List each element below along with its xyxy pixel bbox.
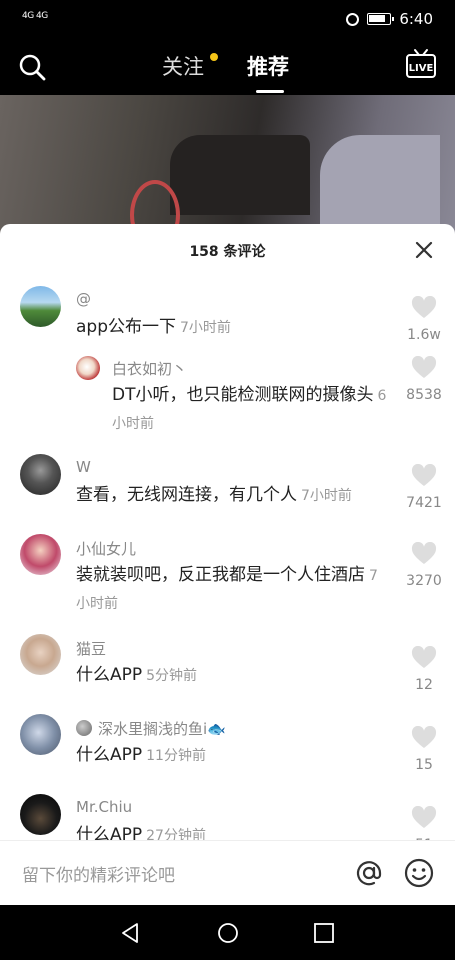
live-icon[interactable]: LIVE [404, 48, 438, 80]
heart-icon [411, 541, 437, 564]
mention-icon[interactable] [353, 857, 385, 889]
top-nav: 关注 推荐 LIVE [0, 38, 455, 95]
home-icon[interactable] [216, 921, 240, 945]
comment-time: 7小时前 [180, 320, 231, 336]
comment-input-bar[interactable]: 留下你的精彩评论吧 [0, 840, 455, 905]
active-tab-indicator [256, 90, 284, 93]
status-bar: 4G 4G 6:40 [0, 0, 455, 38]
avatar[interactable] [20, 714, 61, 755]
comment-input[interactable]: 留下你的精彩评论吧 [22, 861, 175, 886]
like-count: 7421 [406, 495, 442, 511]
avatar[interactable] [20, 454, 61, 495]
like-count: 12 [415, 677, 433, 693]
heart-icon [411, 725, 437, 748]
live-label: LIVE [409, 63, 434, 74]
comment-username[interactable]: 猫豆 [76, 638, 106, 659]
like-button[interactable]: 1.6w [400, 295, 448, 343]
notification-dot [210, 53, 218, 61]
like-count: 15 [415, 757, 433, 773]
alarm-icon [346, 12, 360, 26]
like-count: 3270 [406, 573, 442, 589]
like-count: 8538 [406, 387, 442, 403]
heart-icon [411, 805, 437, 828]
heart-icon [411, 463, 437, 486]
battery-icon [367, 13, 395, 25]
comment-item: @ app公布一下 7小时前 1.6w [0, 276, 455, 346]
like-button[interactable]: 3270 [400, 541, 448, 589]
heart-icon [411, 355, 437, 378]
emoji-icon[interactable] [403, 857, 435, 889]
video-background[interactable] [0, 95, 455, 235]
close-icon[interactable] [414, 240, 434, 260]
comment-username[interactable]: 白衣如初丶 [112, 358, 187, 379]
comment-item: W 查看，无线网连接，有几个人 7小时前 7421 [0, 446, 455, 526]
avatar[interactable] [20, 286, 61, 327]
comment-text: 什么APP 27分钟前 [76, 822, 396, 840]
comment-text: 装就装呗吧，反正我都是一个人住酒店 7小时前 [76, 565, 378, 612]
comment-time: 5分钟前 [146, 668, 198, 684]
avatar[interactable] [20, 634, 61, 675]
status-time: 6:40 [399, 10, 433, 28]
comment-item: Mr.Chiu 什么APP27分钟前 51 [0, 786, 455, 840]
like-count: 1.6w [407, 327, 441, 343]
comment-username[interactable]: W [76, 458, 91, 476]
avatar[interactable] [76, 356, 100, 380]
system-nav-bar [0, 905, 455, 960]
network-type: 4G 4G [22, 11, 48, 21]
comment-item: 猫豆 什么APP 5分钟前 12 [0, 626, 455, 706]
tab-recommend[interactable]: 推荐 [247, 51, 289, 81]
heart-icon [411, 645, 437, 668]
comment-text: 什么APP 5分钟前 [76, 665, 198, 685]
badge-icon [76, 720, 92, 736]
recent-apps-icon[interactable] [313, 922, 335, 944]
like-button[interactable]: 51 [400, 805, 448, 840]
comment-username[interactable]: 小仙女儿 [76, 538, 136, 559]
like-button[interactable]: 15 [400, 725, 448, 773]
comment-time: 27分钟前 [146, 828, 206, 840]
like-button[interactable]: 8538 [400, 355, 448, 403]
like-button[interactable]: 12 [400, 645, 448, 693]
back-icon[interactable] [118, 921, 142, 945]
search-icon[interactable] [18, 53, 46, 81]
comment-time: 11分钟前 [146, 748, 206, 764]
comments-title: 158 条评论 [189, 244, 266, 260]
comment-username[interactable]: 深水里搁浅的鱼i🐟 [76, 718, 226, 739]
comment-item: 深水里搁浅的鱼i🐟 什么APP 11分钟前 15 [0, 706, 455, 786]
comment-username[interactable]: Mr.Chiu [76, 798, 132, 816]
comment-text: DT小听，也只能检测联网的摄像头 6小时前 [112, 385, 387, 432]
avatar[interactable] [20, 534, 61, 575]
signal-icon: 4G 4G [22, 11, 48, 21]
status-right: 6:40 [346, 10, 433, 28]
avatar[interactable] [20, 794, 61, 835]
comment-item: 小仙女儿 装就装呗吧，反正我都是一个人住酒店 7小时前 3270 [0, 526, 455, 626]
comments-panel: 158 条评论 @ app公布一下 7小时前 1.6w 白衣如初丶 DT小听，也只… [0, 224, 455, 905]
heart-icon [411, 295, 437, 318]
comment-text: 查看，无线网连接，有几个人 7小时前 [76, 485, 352, 505]
tab-follow[interactable]: 关注 [162, 51, 204, 81]
comment-time: 7小时前 [301, 488, 352, 504]
reply-item: 白衣如初丶 DT小听，也只能检测联网的摄像头 6小时前 8538 [0, 346, 455, 446]
like-button[interactable]: 7421 [400, 463, 448, 511]
comment-username[interactable]: @ [76, 290, 91, 308]
comment-text: 什么APP 11分钟前 [76, 745, 206, 765]
comment-text: app公布一下 7小时前 [76, 317, 231, 337]
comment-list[interactable]: @ app公布一下 7小时前 1.6w 白衣如初丶 DT小听，也只能检测联网的摄像… [0, 276, 455, 840]
